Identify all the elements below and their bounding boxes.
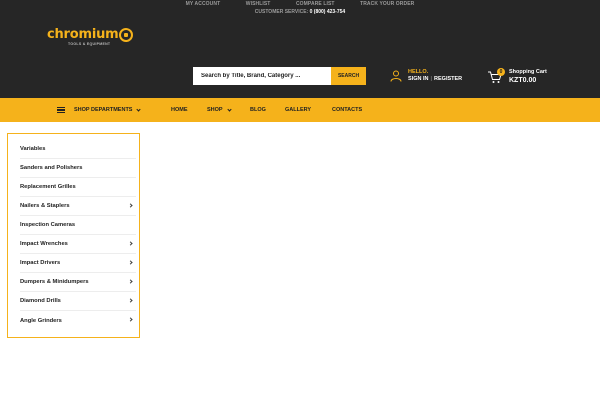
chevron-right-icon — [128, 317, 133, 322]
hamburger-menu-icon — [57, 107, 65, 113]
nav-item-label: HOME — [171, 107, 188, 113]
cart-count-badge: 0 — [497, 68, 505, 76]
chevron-right-icon — [128, 203, 133, 208]
department-label: Inspection Cameras — [20, 222, 76, 228]
shop-departments-toggle[interactable]: SHOP DEPARTMENTS — [57, 98, 142, 122]
search-form: SEARCH — [193, 67, 366, 85]
site-header: MY ACCOUNT WISHLIST COMPARE LIST TRACK Y… — [0, 0, 600, 98]
nav-item-home[interactable]: HOME — [171, 98, 188, 122]
customer-service-phone[interactable]: 0 (800) 423-754 — [310, 9, 346, 15]
nav-item-label: SHOP — [207, 107, 223, 113]
chevron-right-icon — [128, 279, 133, 284]
department-item[interactable]: Variables — [20, 140, 136, 159]
department-item[interactable]: Dumpers & Minidumpers — [20, 273, 136, 292]
top-link-my-account[interactable]: MY ACCOUNT — [186, 1, 221, 7]
department-item[interactable]: Replacement Grilles — [20, 178, 136, 197]
department-label: Impact Drivers — [20, 260, 61, 266]
chevron-down-icon — [136, 106, 142, 112]
nav-item-blog[interactable]: BLOG — [250, 98, 266, 122]
top-links: MY ACCOUNT WISHLIST COMPARE LIST TRACK Y… — [0, 1, 600, 7]
department-item[interactable]: Impact Drivers — [20, 254, 136, 273]
department-label: Impact Wrenches — [20, 241, 68, 247]
customer-service: CUSTOMER SERVICE: 0 (800) 423-754 — [0, 9, 600, 15]
nav-item-label: GALLERY — [285, 107, 312, 113]
top-link-wishlist[interactable]: WISHLIST — [246, 1, 271, 7]
department-item[interactable]: Angle Grinders — [20, 311, 136, 330]
shopping-cart[interactable]: 0 Shopping Cart KZT0.00 — [487, 68, 567, 86]
search-button[interactable]: SEARCH — [331, 67, 366, 85]
user-icon[interactable] — [390, 70, 402, 82]
customer-service-label: CUSTOMER SERVICE: — [254, 9, 309, 15]
top-link-compare-list[interactable]: COMPARE LIST — [296, 1, 335, 7]
department-label: Sanders and Polishers — [20, 165, 83, 171]
chevron-right-icon — [128, 260, 133, 265]
nav-item-label: CONTACTS — [332, 107, 363, 113]
cart-label: Shopping Cart — [509, 69, 547, 75]
main-navigation: SHOP DEPARTMENTS HOME SHOP BLOG GALLERY … — [0, 98, 600, 122]
department-label: Diamond Drills — [20, 298, 61, 304]
nav-item-label: BLOG — [250, 107, 266, 113]
chevron-down-icon — [226, 106, 232, 112]
sign-in-link[interactable]: SIGN IN — [408, 76, 428, 82]
departments-menu: Variables Sanders and Polishers Replacem… — [7, 133, 140, 338]
user-links: SIGN IN | REGISTER — [408, 76, 462, 82]
logo-tagline: TOOLS & EQUIPMENT — [68, 42, 111, 46]
nav-item-contacts[interactable]: CONTACTS — [332, 98, 362, 122]
shop-departments-label: SHOP DEPARTMENTS — [74, 107, 133, 113]
nav-item-gallery[interactable]: GALLERY — [285, 98, 311, 122]
department-label: Nailers & Staplers — [20, 203, 70, 209]
department-item[interactable]: Impact Wrenches — [20, 235, 136, 254]
register-link[interactable]: REGISTER — [434, 76, 462, 82]
user-links-divider: | — [430, 76, 433, 82]
search-input[interactable] — [193, 67, 331, 85]
department-item[interactable]: Sanders and Polishers — [20, 159, 136, 178]
nav-item-shop[interactable]: SHOP — [207, 98, 232, 122]
department-label: Variables — [20, 146, 46, 152]
cart-total: KZT0.00 — [509, 77, 537, 84]
department-label: Dumpers & Minidumpers — [20, 279, 89, 285]
chevron-right-icon — [128, 241, 133, 246]
top-link-track-order[interactable]: TRACK YOUR ORDER — [360, 1, 414, 7]
chevron-right-icon — [128, 298, 133, 303]
site-logo[interactable]: chromium TOOLS & EQUIPMENT — [47, 27, 142, 47]
lightbulb-gear-icon — [119, 28, 133, 42]
department-item[interactable]: Inspection Cameras — [20, 216, 136, 235]
logo-wordmark: chromium — [47, 27, 119, 42]
user-greeting: HELLO. — [408, 69, 429, 75]
department-item[interactable]: Nailers & Staplers — [20, 197, 136, 216]
department-label: Replacement Grilles — [20, 184, 76, 190]
department-label: Angle Grinders — [20, 317, 62, 324]
department-item[interactable]: Diamond Drills — [20, 292, 136, 311]
departments-list: Variables Sanders and Polishers Replacem… — [20, 140, 136, 330]
